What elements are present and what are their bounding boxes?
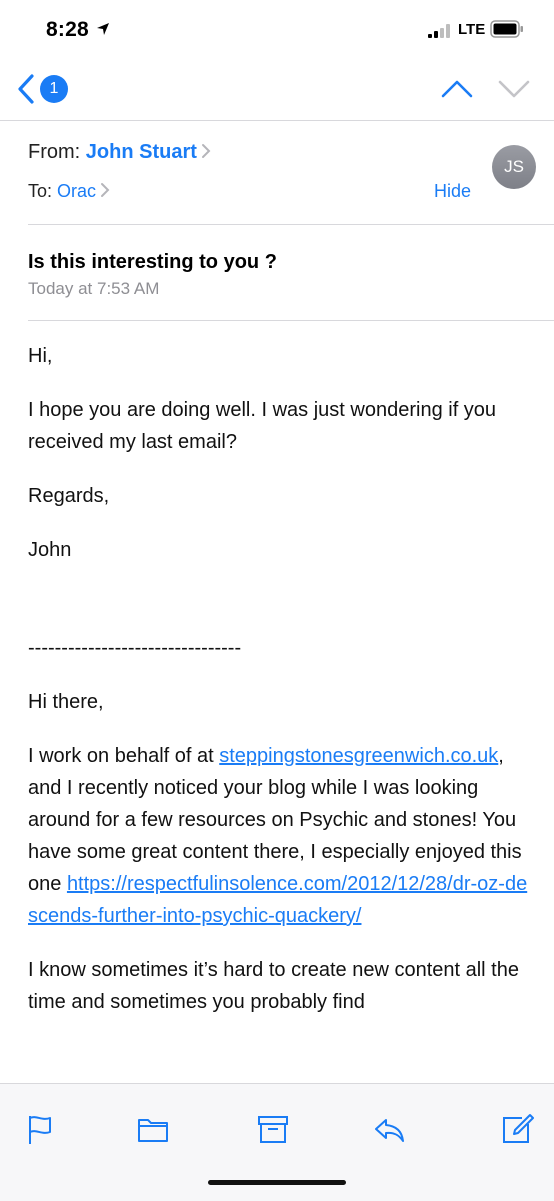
body-greeting: Hi, bbox=[28, 345, 53, 367]
body-separator: -------------------------------- bbox=[28, 637, 242, 659]
previous-message-button[interactable] bbox=[440, 76, 474, 105]
divider bbox=[28, 320, 554, 321]
battery-icon bbox=[490, 20, 524, 43]
email-subject: Is this interesting to you ? bbox=[28, 251, 277, 273]
chevron-left-icon bbox=[16, 74, 36, 109]
flag-icon[interactable] bbox=[24, 1112, 58, 1146]
avatar[interactable]: JS bbox=[492, 145, 536, 189]
location-arrow-icon bbox=[96, 22, 110, 41]
from-label: From: bbox=[28, 141, 81, 163]
body-text: I work on behalf of at bbox=[28, 745, 220, 767]
email-date: Today at 7:53 AM bbox=[28, 279, 160, 298]
sender-name-link[interactable]: John Stuart bbox=[86, 141, 197, 163]
body-paragraph: I hope you are doing well. I was just wo… bbox=[28, 399, 497, 453]
compose-icon[interactable] bbox=[500, 1112, 534, 1146]
body-greeting-2: Hi there, bbox=[28, 691, 104, 713]
body-regards: Regards, bbox=[28, 485, 110, 507]
website-link[interactable]: steppingstonesgreenwich.co.uk bbox=[219, 745, 498, 767]
next-message-button[interactable] bbox=[497, 76, 531, 105]
hide-details-button[interactable]: Hide bbox=[434, 181, 471, 202]
home-indicator bbox=[208, 1180, 346, 1185]
body-paragraph-links: I work on behalf of at steppingstonesgre… bbox=[28, 740, 528, 932]
reply-icon[interactable] bbox=[372, 1112, 406, 1146]
recipient-name-link[interactable]: Orac bbox=[57, 181, 96, 201]
article-link[interactable]: https://respectfulinsolence.com/2012/12/… bbox=[28, 873, 527, 927]
to-label: To: bbox=[28, 181, 53, 201]
nav-bar: 1 bbox=[0, 60, 554, 121]
body-paragraph: I know sometimes it’s hard to create new… bbox=[28, 959, 519, 1013]
folder-icon[interactable] bbox=[136, 1112, 170, 1146]
unread-count-badge: 1 bbox=[40, 75, 68, 103]
from-row: From: John Stuart bbox=[28, 141, 211, 164]
email-body: Hi, I hope you are doing well. I was jus… bbox=[28, 340, 528, 1018]
status-time: 8:28 bbox=[46, 18, 89, 41]
chevron-right-icon bbox=[100, 182, 110, 202]
to-row: To: Orac bbox=[28, 181, 110, 202]
chevron-right-icon bbox=[201, 142, 211, 164]
network-type: LTE bbox=[458, 21, 486, 38]
body-signature: John bbox=[28, 539, 72, 561]
cellular-signal-icon bbox=[428, 24, 454, 43]
status-bar: 8:28 LTE bbox=[0, 0, 554, 60]
archive-icon[interactable] bbox=[256, 1112, 290, 1146]
divider bbox=[28, 224, 554, 225]
